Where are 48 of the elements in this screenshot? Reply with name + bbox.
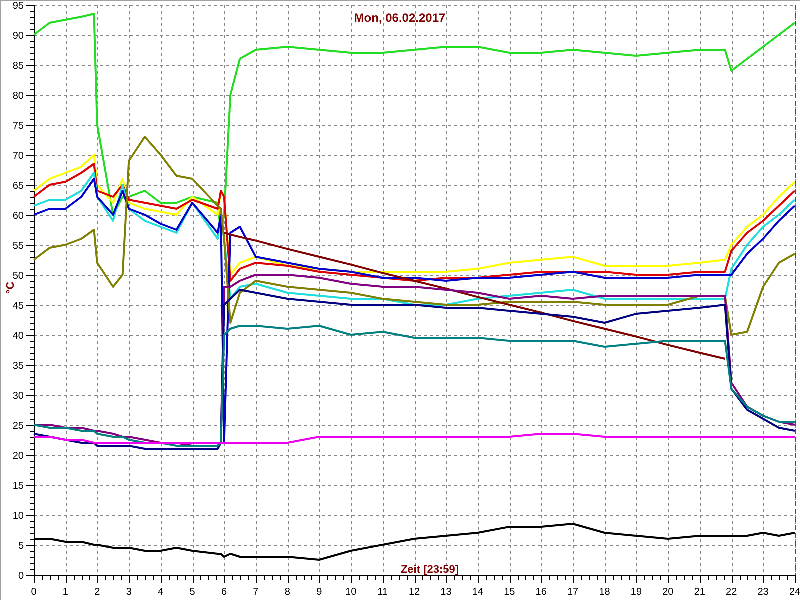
axis-tick-label: 0 [18, 571, 24, 582]
axis-tick-label: 21 [694, 587, 706, 598]
axis-tick-label: 24 [789, 587, 800, 598]
axis-tick-label: 22 [726, 587, 738, 598]
axis-tick-label: 30 [12, 391, 24, 402]
x-axis-title: Zeit [23:59] [400, 564, 460, 576]
axis-tick-label: 65 [12, 181, 24, 192]
axis-tick-label: 50 [12, 271, 24, 282]
axis-tick-label: 17 [567, 587, 579, 598]
axis-tick-label: 95 [12, 1, 24, 12]
axis-tick-label: 15 [504, 587, 516, 598]
axis-tick-label: 5 [18, 541, 24, 552]
axis-tick-label: 35 [12, 361, 24, 372]
axis-tick-label: 3 [126, 587, 132, 598]
axis-tick-label: 90 [12, 31, 24, 42]
axis-tick-label: 23 [758, 587, 769, 598]
axis-tick-label: 4 [158, 587, 164, 598]
axis-tick-label: 16 [536, 587, 547, 598]
axis-tick-label: 19 [630, 587, 642, 598]
axis-tick-label: 70 [12, 151, 24, 162]
axis-tick-label: 0 [31, 587, 37, 598]
axis-tick-label: 20 [662, 587, 674, 598]
axis-tick-label: 60 [12, 211, 24, 222]
axis-tick-label: 20 [12, 451, 24, 462]
axis-tick-label: 14 [472, 587, 484, 598]
axis-tick-label: 15 [12, 481, 24, 492]
axis-tick-label: 12 [408, 587, 420, 598]
axis-tick-label: 25 [12, 421, 24, 432]
axis-tick-label: 85 [12, 61, 24, 72]
axis-tick-label: 13 [440, 587, 452, 598]
axis-tick-label: 5 [190, 587, 196, 598]
axis-tick-label: 9 [316, 587, 322, 598]
axis-tick-label: 40 [12, 331, 24, 342]
axis-tick-label: 6 [221, 587, 228, 598]
axis-tick-label: 10 [12, 511, 24, 522]
axis-tick-label: 80 [12, 91, 24, 102]
axis-tick-label: 2 [94, 587, 100, 598]
axis-tick-label: 18 [599, 587, 610, 598]
axis-tick-label: 10 [346, 587, 357, 598]
axis-tick-label: 7 [253, 587, 259, 598]
axis-tick-label: 8 [284, 587, 290, 598]
chart-title: Mon, 06.02.2017 [354, 11, 446, 25]
axis-tick-label: 45 [12, 301, 24, 312]
axis-tick-label: 1 [62, 587, 68, 598]
y-axis-title: °C [5, 282, 17, 294]
axis-tick-label: 55 [12, 241, 24, 252]
axis-tick-label: 11 [378, 587, 388, 598]
axis-tick-label: 75 [12, 121, 24, 132]
